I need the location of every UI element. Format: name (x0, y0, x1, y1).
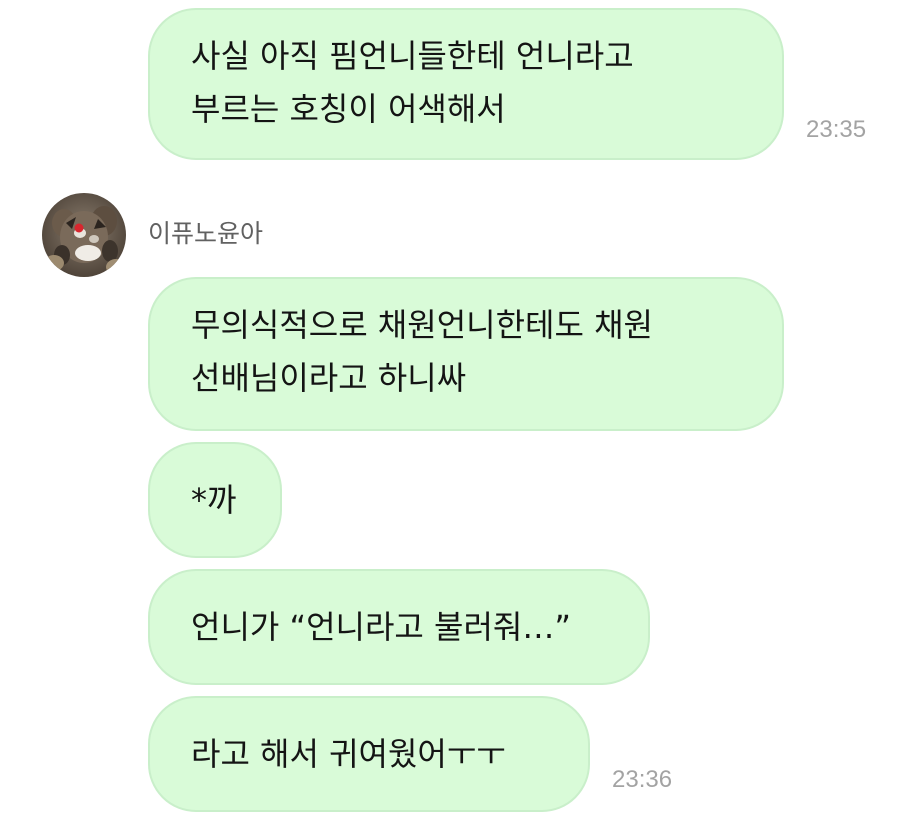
sender-name: 이퓨노윤아 (148, 219, 264, 248)
message-timestamp: 23:36 (612, 766, 673, 793)
profile-photo-icon (42, 193, 126, 277)
message-text: 사실 아직 핌언니들한테 언니라고 (191, 37, 634, 75)
message-timestamp: 23:35 (806, 116, 867, 143)
message-text: *까 (191, 480, 237, 519)
message-text: 부르는 호칭이 어색해서 (191, 90, 506, 128)
avatar[interactable] (42, 193, 126, 277)
message-bubble[interactable]: 사실 아직 핌언니들한테 언니라고 부르는 호칭이 어색해서 (148, 8, 784, 160)
message-bubble[interactable]: 무의식적으로 채원언니한테도 채원 선배님이라고 하니싸 (148, 277, 784, 431)
message-text: 라고 해서 귀여웠어ㅜㅜ (191, 734, 506, 773)
message-text: 선배님이라고 하니싸 (191, 359, 467, 397)
message-bubble[interactable]: 라고 해서 귀여웠어ㅜㅜ (148, 696, 590, 812)
message-text: 무의식적으로 채원언니한테도 채원 (191, 306, 653, 344)
message-bubble[interactable]: 언니가 “언니라고 불러줘…” (148, 569, 650, 685)
message-text: 언니가 “언니라고 불러줘…” (191, 607, 571, 646)
message-bubble[interactable]: *까 (148, 442, 282, 558)
